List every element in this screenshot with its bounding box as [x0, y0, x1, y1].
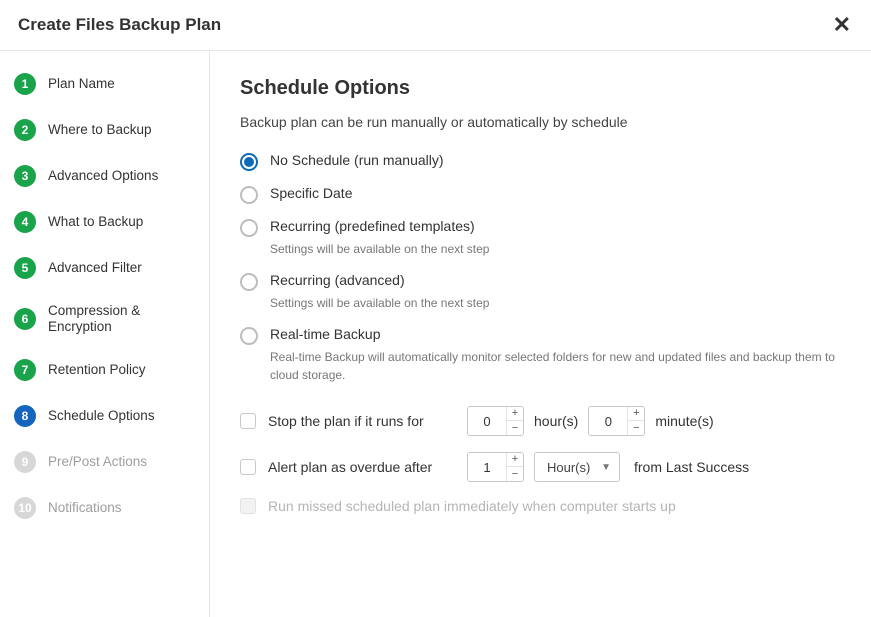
page-subtitle: Backup plan can be run manually or autom… [240, 114, 841, 130]
up-arrow-icon[interactable]: + [507, 453, 523, 467]
wizard-step-2[interactable]: 2 Where to Backup [0, 107, 209, 153]
radio-icon[interactable] [240, 219, 258, 237]
content-pane: Schedule Options Backup plan can be run … [210, 51, 871, 617]
step-number-badge: 10 [14, 497, 36, 519]
radio-icon[interactable] [240, 186, 258, 204]
stop-minutes-spinner[interactable]: + − [588, 406, 645, 436]
wizard-step-5[interactable]: 5 Advanced Filter [0, 245, 209, 291]
close-icon[interactable]: ✕ [833, 14, 851, 36]
step-label: Advanced Filter [48, 260, 142, 276]
wizard-step-8[interactable]: 8 Schedule Options [0, 393, 209, 439]
radio-recurring-advanced[interactable]: Recurring (advanced) Settings will be av… [240, 272, 841, 312]
minutes-unit: minute(s) [655, 413, 713, 429]
alert-trail: from Last Success [634, 459, 749, 475]
alert-label: Alert plan as overdue after [268, 459, 443, 475]
radio-icon[interactable] [240, 273, 258, 291]
wizard-step-7[interactable]: 7 Retention Policy [0, 347, 209, 393]
step-number-badge: 5 [14, 257, 36, 279]
stop-hours-spinner[interactable]: + − [467, 406, 524, 436]
stop-plan-row: Stop the plan if it runs for + − hour(s)… [240, 406, 841, 436]
step-label: Plan Name [48, 76, 115, 92]
down-arrow-icon[interactable]: − [628, 421, 644, 435]
step-label: Where to Backup [48, 122, 152, 138]
radio-label: No Schedule (run manually) [270, 152, 841, 168]
radio-recurring-predefined[interactable]: Recurring (predefined templates) Setting… [240, 218, 841, 258]
missed-row: Run missed scheduled plan immediately wh… [240, 498, 841, 514]
radio-specific-date[interactable]: Specific Date [240, 185, 841, 204]
step-label: What to Backup [48, 214, 143, 230]
wizard-step-1[interactable]: 1 Plan Name [0, 61, 209, 107]
alert-unit-select[interactable]: Hour(s) ▼ [534, 452, 620, 482]
stop-minutes-input[interactable] [589, 407, 627, 435]
stop-plan-checkbox[interactable] [240, 413, 256, 429]
wizard-step-4[interactable]: 4 What to Backup [0, 199, 209, 245]
radio-hint: Real-time Backup will automatically moni… [270, 348, 841, 384]
missed-checkbox [240, 498, 256, 514]
dialog-header: Create Files Backup Plan ✕ [0, 0, 871, 51]
radio-icon[interactable] [240, 327, 258, 345]
step-number-badge: 7 [14, 359, 36, 381]
stop-hours-input[interactable] [468, 407, 506, 435]
step-label: Notifications [48, 500, 122, 516]
wizard-step-6[interactable]: 6 Compression & Encryption [0, 291, 209, 347]
wizard-step-10[interactable]: 10 Notifications [0, 485, 209, 531]
step-label: Schedule Options [48, 408, 155, 424]
radio-label: Real-time Backup [270, 326, 841, 342]
up-arrow-icon[interactable]: + [507, 407, 523, 421]
step-label: Advanced Options [48, 168, 158, 184]
step-number-badge: 6 [14, 308, 36, 330]
stop-plan-label: Stop the plan if it runs for [268, 413, 443, 429]
step-number-badge: 4 [14, 211, 36, 233]
missed-label: Run missed scheduled plan immediately wh… [268, 498, 676, 514]
up-arrow-icon[interactable]: + [628, 407, 644, 421]
page-title: Schedule Options [240, 77, 841, 100]
step-number-badge: 3 [14, 165, 36, 187]
wizard-step-3[interactable]: 3 Advanced Options [0, 153, 209, 199]
alert-checkbox[interactable] [240, 459, 256, 475]
radio-hint: Settings will be available on the next s… [270, 294, 841, 312]
alert-value-spinner[interactable]: + − [467, 452, 524, 482]
alert-unit-value: Hour(s) [547, 460, 590, 475]
chevron-down-icon: ▼ [601, 462, 611, 473]
radio-label: Recurring (predefined templates) [270, 218, 841, 234]
radio-realtime-backup[interactable]: Real-time Backup Real-time Backup will a… [240, 326, 841, 384]
radio-no-schedule[interactable]: No Schedule (run manually) [240, 152, 841, 171]
down-arrow-icon[interactable]: − [507, 421, 523, 435]
step-number-badge: 9 [14, 451, 36, 473]
dialog-title: Create Files Backup Plan [18, 15, 221, 35]
alert-value-input[interactable] [468, 453, 506, 481]
step-label: Compression & Encryption [48, 303, 195, 335]
wizard-sidebar: 1 Plan Name 2 Where to Backup 3 Advanced Opti… [0, 51, 210, 617]
radio-label: Recurring (advanced) [270, 272, 841, 288]
down-arrow-icon[interactable]: − [507, 467, 523, 481]
radio-hint: Settings will be available on the next s… [270, 240, 841, 258]
step-label: Retention Policy [48, 362, 146, 378]
step-number-badge: 2 [14, 119, 36, 141]
radio-icon[interactable] [240, 153, 258, 171]
step-number-badge: 1 [14, 73, 36, 95]
wizard-step-9[interactable]: 9 Pre/Post Actions [0, 439, 209, 485]
hours-unit: hour(s) [534, 413, 578, 429]
radio-label: Specific Date [270, 185, 841, 201]
dialog-body: 1 Plan Name 2 Where to Backup 3 Advanced Opti… [0, 51, 871, 617]
schedule-radio-group: No Schedule (run manually) Specific Date… [240, 152, 841, 384]
alert-row: Alert plan as overdue after + − Hour(s) … [240, 452, 841, 482]
step-number-badge: 8 [14, 405, 36, 427]
step-label: Pre/Post Actions [48, 454, 147, 470]
